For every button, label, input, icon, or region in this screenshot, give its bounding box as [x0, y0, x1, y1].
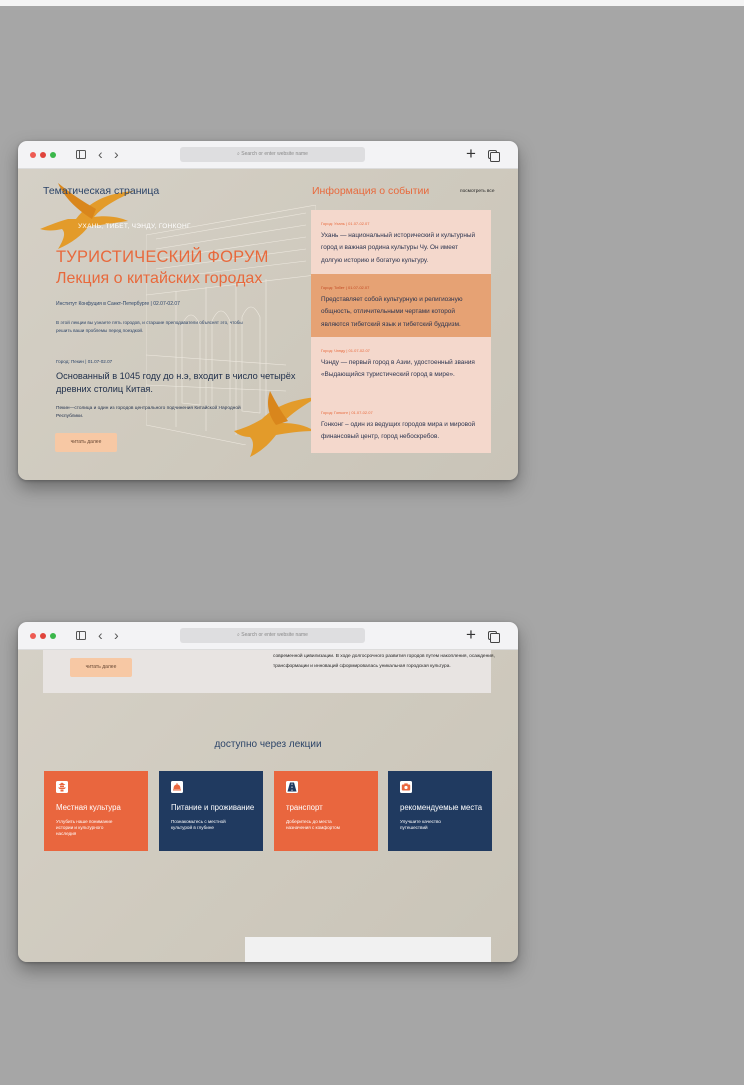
card-title: Местная культура — [56, 803, 121, 812]
address-bar[interactable]: ⌕ Search or enter website name — [180, 628, 365, 643]
footer-panel — [245, 937, 491, 962]
minimize-window-button[interactable] — [40, 152, 46, 158]
event-item[interactable]: Город: Ухань | 01.07-02.07 Ухань — нацио… — [311, 210, 491, 274]
city-meta: Город: Пекин | 01.07-02.07 — [56, 359, 113, 364]
event-meta: Город: Гонконг | 01.07-02.07 — [321, 410, 373, 415]
read-more-button[interactable]: читать далее — [55, 433, 117, 452]
event-description: Гонконг – один из ведущих городов мира и… — [321, 421, 476, 441]
browser-toolbar: ‹ › ⌕ Search or enter website name + — [18, 141, 518, 169]
card-title: рекомендуемые места — [400, 803, 483, 812]
event-description: Чэнду — первый город в Азии, удостоенный… — [321, 359, 475, 379]
browser-window-bottom: ‹ › ⌕ Search or enter website name + чит… — [18, 622, 518, 962]
screen-top-strip — [0, 0, 744, 6]
events-list: Город: Ухань | 01.07-02.07 Ухань — нацио… — [311, 210, 491, 453]
feature-card-transport[interactable]: транспорт Доберитесь до места назначения… — [274, 771, 378, 851]
institute-info: Институт Конфуция в Санкт-Петербурге | 0… — [56, 301, 180, 307]
sidebar-toggle-icon[interactable] — [76, 631, 86, 640]
event-description: Представляет собой культурную и религиоз… — [321, 296, 463, 328]
address-placeholder: Search or enter website name — [241, 632, 308, 638]
event-description: Ухань — национальный исторический и куль… — [321, 232, 476, 264]
history-card: читать далее современной цивилизации. В … — [43, 650, 495, 693]
back-button[interactable]: ‹ — [98, 627, 103, 643]
minimize-window-button[interactable] — [40, 633, 46, 639]
card-description: Познакомьтесь с местной культурой в глуб… — [171, 819, 226, 830]
road-icon — [286, 781, 298, 793]
forum-title: ТУРИСТИЧЕСКИЙ ФОРУМ — [56, 248, 269, 266]
tab-overview-icon[interactable] — [488, 631, 500, 643]
close-window-button[interactable] — [30, 633, 36, 639]
pagoda-icon — [56, 781, 68, 793]
cloche-icon — [171, 781, 183, 793]
event-item[interactable]: Город: Чэнду | 01.07-02.07 Чэнду — первы… — [311, 337, 491, 399]
card-description: Улучшите качество путешествий — [400, 819, 441, 830]
page-title: Тематическая страница — [43, 185, 160, 197]
camera-icon — [400, 781, 412, 793]
zoom-window-button[interactable] — [50, 633, 56, 639]
forward-button[interactable]: › — [114, 146, 119, 162]
event-meta: Город: Ухань | 01.07-02.07 — [321, 221, 370, 226]
address-placeholder: Search or enter website name — [241, 151, 308, 157]
lecture-title: Лекция о китайских городах — [56, 270, 263, 287]
browser-window-top: ‹ › ⌕ Search or enter website name + Тем… — [18, 141, 518, 480]
crane-icon — [234, 391, 318, 457]
tab-overview-icon[interactable] — [488, 150, 500, 162]
new-tab-button[interactable]: + — [466, 144, 476, 164]
intro-text: В этой лекции вы узнаете пять городов, и… — [56, 320, 243, 334]
sidebar-toggle-icon[interactable] — [76, 150, 86, 159]
card-description: Углубить наше понимание истории и культу… — [56, 819, 113, 836]
read-more-button[interactable]: читать далее — [70, 658, 132, 677]
event-meta: Город: Чэнду | 01.07-02.07 — [321, 348, 370, 353]
feature-card-food-lodging[interactable]: Питание и проживание Познакомьтесь с мес… — [159, 771, 263, 851]
card-description: Доберитесь до места назначения с комфорт… — [286, 819, 340, 830]
view-all-link[interactable]: посмотреть все — [460, 189, 495, 194]
forward-button[interactable]: › — [114, 627, 119, 643]
page-content: читать далее современной цивилизации. В … — [18, 650, 518, 962]
event-item[interactable]: Город: Гонконг | 01.07-02.07 Гонконг – о… — [311, 399, 491, 453]
card-title: транспорт — [286, 803, 323, 812]
feature-card-local-culture[interactable]: Местная культура Углубить наше понимание… — [44, 771, 148, 851]
event-meta: Город: Тибет | 01.07-02.07 — [321, 285, 370, 290]
address-bar[interactable]: ⌕ Search or enter website name — [180, 147, 365, 162]
back-button[interactable]: ‹ — [98, 146, 103, 162]
feature-card-recommended-places[interactable]: рекомендуемые места Улучшите качество пу… — [388, 771, 492, 851]
event-item[interactable]: Город: Тибет | 01.07-02.07 Представляет … — [311, 274, 491, 337]
close-window-button[interactable] — [30, 152, 36, 158]
claim-subtext: Пекин—столица и один из городов централь… — [56, 406, 241, 420]
new-tab-button[interactable]: + — [466, 625, 476, 645]
cities-list: УХАНЬ, ТИБЕТ, ЧЭНДУ, ГОНКОНГ — [78, 223, 191, 230]
zoom-window-button[interactable] — [50, 152, 56, 158]
history-text: современной цивилизации. В ходе долгосро… — [273, 654, 495, 669]
page-content: Тематическая страница УХАНЬ, ТИБЕТ, ЧЭНД… — [18, 169, 518, 480]
card-title: Питание и проживание — [171, 803, 255, 812]
browser-toolbar: ‹ › ⌕ Search or enter website name + — [18, 622, 518, 650]
lectures-heading: доступно через лекции — [214, 739, 322, 750]
event-section-title: Информация о событии — [312, 185, 430, 197]
